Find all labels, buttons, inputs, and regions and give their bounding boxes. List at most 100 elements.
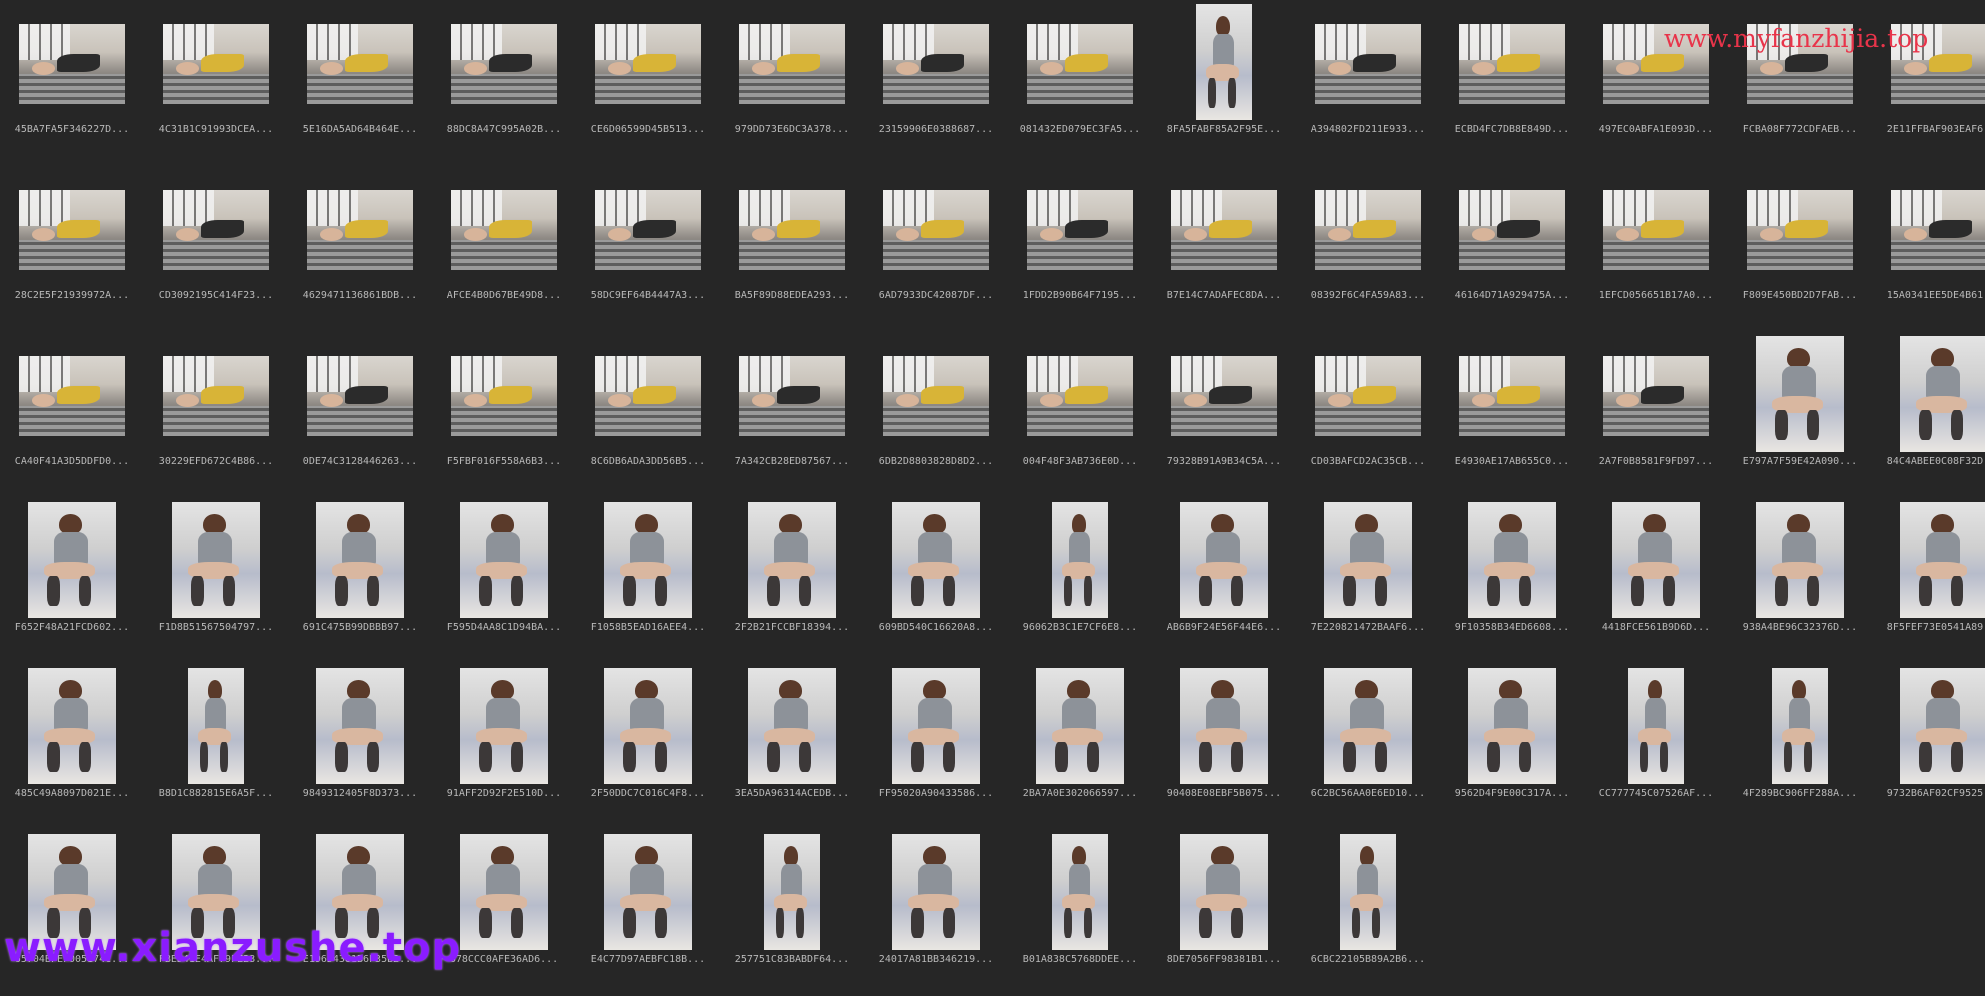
file-thumbnail[interactable] [1628, 668, 1684, 784]
file-item[interactable]: F595D4AA8C1D94BA... [432, 498, 576, 664]
file-item[interactable]: 5E16DA5AD64B464E... [288, 0, 432, 166]
file-item[interactable]: E4930AE17AB655C0... [1440, 332, 1584, 498]
file-item[interactable]: CD3092195C414F23... [144, 166, 288, 332]
file-thumbnail[interactable] [188, 668, 244, 784]
file-item[interactable]: 58DC9EF64B4447A3... [576, 166, 720, 332]
file-thumbnail[interactable] [1459, 356, 1565, 436]
file-thumbnail[interactable] [1171, 190, 1277, 270]
file-item[interactable]: 30229EFD672C4B86... [144, 332, 288, 498]
file-thumbnail[interactable] [892, 668, 980, 784]
file-item[interactable]: 9F10358B34ED6608... [1440, 498, 1584, 664]
file-item[interactable]: F5FBF016F558A6B3... [432, 332, 576, 498]
file-thumbnail[interactable] [1027, 24, 1133, 104]
file-item[interactable]: CA40F41A3D5DDFD0... [0, 332, 144, 498]
file-thumbnail[interactable] [460, 834, 548, 950]
file-item[interactable]: 257751C83BABDF64... [720, 830, 864, 996]
file-item[interactable]: 9849312405F8D373... [288, 664, 432, 830]
file-thumbnail[interactable] [748, 502, 836, 618]
file-thumbnail[interactable] [1612, 502, 1700, 618]
file-thumbnail[interactable] [1180, 502, 1268, 618]
file-item[interactable]: 0DE74C3128446263... [288, 332, 432, 498]
file-thumbnail[interactable] [1756, 336, 1844, 452]
file-item[interactable]: 678CCC0AFE36AD6... [432, 830, 576, 996]
file-item[interactable]: 4F289BC906FF288A... [1728, 664, 1872, 830]
file-item[interactable]: 8C6DB6ADA3DD56B5... [576, 332, 720, 498]
file-thumbnail[interactable] [19, 356, 125, 436]
file-thumbnail[interactable] [739, 190, 845, 270]
file-item[interactable]: 08392F6C4FA59A83... [1296, 166, 1440, 332]
file-thumbnail[interactable] [1036, 668, 1124, 784]
file-thumbnail[interactable] [883, 24, 989, 104]
file-item[interactable]: 7A342CB28ED87567... [720, 332, 864, 498]
file-thumbnail[interactable] [595, 24, 701, 104]
file-item[interactable]: 8FA5FABF85A2F95E... [1152, 0, 1296, 166]
file-thumbnail[interactable] [460, 502, 548, 618]
file-thumbnail[interactable] [307, 24, 413, 104]
file-item[interactable]: 84C4ABEE0C08F32D... [1872, 332, 1985, 498]
file-thumbnail[interactable] [1459, 190, 1565, 270]
file-thumbnail[interactable] [1459, 24, 1565, 104]
file-thumbnail[interactable] [1891, 190, 1985, 270]
file-thumbnail[interactable] [316, 668, 404, 784]
file-item[interactable]: 8DE7056FF98381B1... [1152, 830, 1296, 996]
file-thumbnail[interactable] [739, 356, 845, 436]
file-item[interactable]: 65704BFEF005174C... [0, 830, 144, 996]
file-item[interactable]: FF95020A90433586... [864, 664, 1008, 830]
file-item[interactable]: 6C2BC56AA0E6ED10... [1296, 664, 1440, 830]
file-item[interactable]: 004F48F3AB736E0D... [1008, 332, 1152, 498]
file-thumbnail[interactable] [1756, 502, 1844, 618]
file-thumbnail[interactable] [604, 502, 692, 618]
file-item[interactable]: B01A838C5768DDEE... [1008, 830, 1152, 996]
file-thumbnail[interactable] [1196, 4, 1252, 120]
file-thumbnail[interactable] [172, 502, 260, 618]
file-item[interactable]: F1058B5EAD16AEE4... [576, 498, 720, 664]
file-item[interactable]: F809E450BD2D7FAB... [1728, 166, 1872, 332]
file-item[interactable]: 9562D4F9E00C317A... [1440, 664, 1584, 830]
file-item[interactable]: 2A7F0B8581F9FD97... [1584, 332, 1728, 498]
file-thumbnail[interactable] [1027, 190, 1133, 270]
file-thumbnail[interactable] [1052, 502, 1108, 618]
file-item[interactable]: 9732B6AF02CF9525... [1872, 664, 1985, 830]
file-thumbnail[interactable] [739, 24, 845, 104]
file-item[interactable]: 2F2B21FCCBF18394... [720, 498, 864, 664]
file-item[interactable]: E4C77D97AEBFC18B... [576, 830, 720, 996]
file-thumbnail[interactable] [451, 356, 557, 436]
file-thumbnail[interactable] [748, 668, 836, 784]
file-item[interactable]: 6DB2D8803828D8D2... [864, 332, 1008, 498]
file-thumbnail[interactable] [1468, 668, 1556, 784]
file-thumbnail[interactable] [1900, 336, 1985, 452]
file-item[interactable]: 938A4BE96C32376D... [1728, 498, 1872, 664]
file-item[interactable]: E797A7F59E42A090... [1728, 332, 1872, 498]
file-thumbnail[interactable] [460, 668, 548, 784]
file-thumbnail[interactable] [1324, 502, 1412, 618]
file-thumbnail[interactable] [1324, 668, 1412, 784]
file-thumbnail[interactable] [1340, 834, 1396, 950]
file-thumbnail[interactable] [892, 502, 980, 618]
file-item[interactable]: 46164D71A929475A... [1440, 166, 1584, 332]
file-thumbnail[interactable] [307, 356, 413, 436]
file-thumbnail[interactable] [1900, 502, 1985, 618]
file-item[interactable]: 79328B91A9B34C5A... [1152, 332, 1296, 498]
file-thumbnail[interactable] [451, 190, 557, 270]
file-item[interactable]: 691C475B99DBBB97... [288, 498, 432, 664]
file-item[interactable]: CE6D06599D45B513... [576, 0, 720, 166]
file-thumbnail[interactable] [1315, 356, 1421, 436]
file-item[interactable]: 1EFCD056651B17A0... [1584, 166, 1728, 332]
file-thumbnail[interactable] [28, 668, 116, 784]
file-item[interactable]: 3EA5DA96314ACEDB... [720, 664, 864, 830]
file-thumbnail[interactable] [892, 834, 980, 950]
file-item[interactable]: 88DC8A47C995A02B... [432, 0, 576, 166]
file-thumbnail[interactable] [1315, 24, 1421, 104]
file-item[interactable]: FBED41E4AF79FE28... [144, 830, 288, 996]
file-item[interactable]: 8F5FEF73E0541A89... [1872, 498, 1985, 664]
file-item[interactable]: 1FDD2B90B64F7195... [1008, 166, 1152, 332]
file-thumbnail[interactable] [1027, 356, 1133, 436]
file-thumbnail[interactable] [883, 190, 989, 270]
file-thumbnail[interactable] [28, 502, 116, 618]
file-item[interactable]: A394802FD211E933... [1296, 0, 1440, 166]
file-thumbnail[interactable] [19, 190, 125, 270]
file-thumbnail[interactable] [19, 24, 125, 104]
file-thumbnail[interactable] [1171, 356, 1277, 436]
file-thumbnail[interactable] [883, 356, 989, 436]
file-item[interactable]: 96062B3C1E7CF6E8... [1008, 498, 1152, 664]
